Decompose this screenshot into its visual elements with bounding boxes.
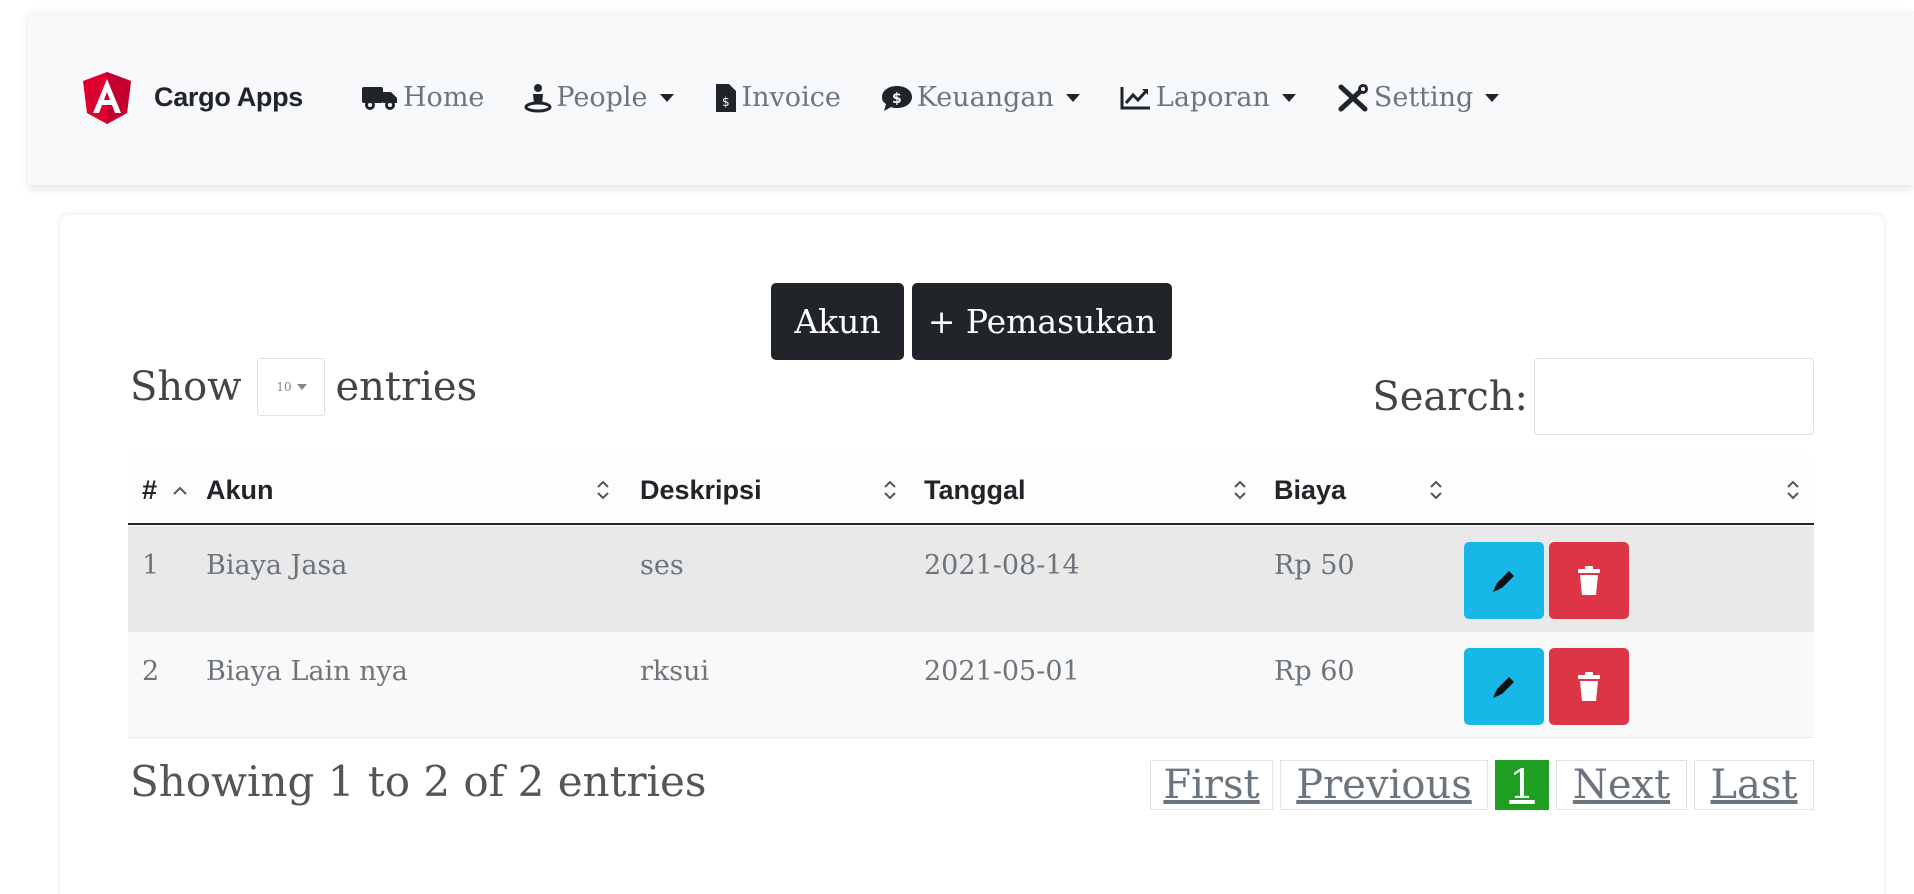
entries-per-page-value: 10 <box>276 380 292 394</box>
column-header-label: Akun <box>206 474 274 505</box>
cell-deskripsi: rksui <box>640 656 710 687</box>
edit-button[interactable] <box>1464 542 1544 619</box>
table-row: 1 Biaya Jasa ses 2021-08-14 Rp 50 <box>128 526 1814 632</box>
cell-akun: Biaya Jasa <box>206 550 348 581</box>
nav-keuangan-label: Keuangan <box>916 82 1054 113</box>
edit-button[interactable] <box>1464 648 1544 725</box>
svg-text:$: $ <box>722 95 730 109</box>
column-header-biaya[interactable]: Biaya <box>1274 455 1346 525</box>
show-label: Show <box>130 364 242 410</box>
nav-laporan[interactable]: Laporan <box>1120 82 1296 113</box>
trash-icon <box>1578 671 1600 701</box>
column-header-label: # <box>142 474 158 505</box>
sort-icon <box>884 480 896 500</box>
nav-setting[interactable]: Setting <box>1336 82 1500 113</box>
cell-tanggal: 2021-08-14 <box>924 550 1080 581</box>
cell-no: 1 <box>142 550 160 581</box>
pagination-next[interactable]: Next <box>1556 760 1687 810</box>
chevron-down-icon <box>1065 93 1080 102</box>
akun-button[interactable]: Akun <box>771 283 904 360</box>
truck-icon <box>362 86 398 110</box>
pagination-first[interactable]: First <box>1150 760 1273 810</box>
nav-setting-label: Setting <box>1373 82 1474 113</box>
table-header: # Akun Deskripsi Tanggal Biaya <box>128 455 1814 525</box>
delete-button[interactable] <box>1549 542 1629 619</box>
file-invoice-icon: $ <box>715 83 736 112</box>
nav-invoice[interactable]: $ Invoice <box>714 82 841 113</box>
column-header-no[interactable]: # <box>142 455 157 525</box>
entries-per-page-select[interactable]: 10 <box>257 358 326 416</box>
sort-icon <box>597 480 609 500</box>
brand-name: Cargo Apps <box>154 82 304 112</box>
table-info: Showing 1 to 2 of 2 entries <box>130 757 707 806</box>
column-header-akun[interactable]: Akun <box>206 455 274 525</box>
sort-icon[interactable] <box>1785 479 1801 501</box>
pagination-page-1[interactable]: 1 <box>1495 760 1549 810</box>
column-header-tanggal[interactable]: Tanggal <box>924 455 1026 525</box>
angular-logo-icon <box>83 71 131 124</box>
cell-akun: Biaya Lain nya <box>206 656 408 687</box>
pagination-last[interactable]: Last <box>1694 760 1814 810</box>
cell-deskripsi: ses <box>640 550 684 581</box>
chevron-down-icon <box>659 93 674 102</box>
person-icon <box>524 83 552 112</box>
money-icon: $ <box>881 85 912 111</box>
search-input[interactable] <box>1534 358 1814 435</box>
sort-icon <box>1430 480 1442 500</box>
brand[interactable]: Cargo Apps <box>82 71 303 125</box>
tools-icon <box>1338 83 1368 111</box>
pencil-icon <box>1493 570 1514 592</box>
nav-people[interactable]: People <box>524 82 674 113</box>
column-header-label: Biaya <box>1274 474 1347 505</box>
sort-icon <box>1234 480 1246 500</box>
chart-line-icon <box>1120 86 1150 109</box>
delete-button[interactable] <box>1549 648 1629 725</box>
pencil-icon <box>1493 676 1514 698</box>
chevron-down-icon <box>1485 93 1500 102</box>
chevron-down-icon <box>1281 93 1296 102</box>
sort-asc-icon <box>173 486 187 495</box>
nav-invoice-label: Invoice <box>741 82 841 113</box>
entries-label: entries <box>335 364 478 410</box>
table-row: 2 Biaya Lain nya rksui 2021-05-01 Rp 60 <box>128 632 1814 738</box>
search-label: Search: <box>1372 373 1528 420</box>
cell-biaya: Rp 50 <box>1274 550 1355 581</box>
trash-icon <box>1578 565 1600 595</box>
column-header-label: Tanggal <box>924 474 1026 505</box>
nav-laporan-label: Laporan <box>1155 82 1270 113</box>
length-control: Show 10 entries <box>130 357 477 417</box>
cell-tanggal: 2021-05-01 <box>924 656 1080 687</box>
nav-home-label: Home <box>403 82 485 113</box>
column-header-deskripsi[interactable]: Deskripsi <box>640 455 762 525</box>
cell-biaya: Rp 60 <box>1274 656 1355 687</box>
column-header-label: Deskripsi <box>640 474 762 505</box>
pagination-previous[interactable]: Previous <box>1280 760 1488 810</box>
nav-home[interactable]: Home <box>361 82 484 113</box>
nav-keuangan[interactable]: $ Keuangan <box>881 82 1080 113</box>
chevron-down-icon <box>296 384 307 390</box>
cell-no: 2 <box>142 656 160 687</box>
add-pemasukan-button[interactable]: + Pemasukan <box>912 283 1172 360</box>
search-control: Search: <box>1372 358 1814 435</box>
navbar: Cargo Apps Home People $ Invoice $ Keuan… <box>28 10 1914 185</box>
nav-people-label: People <box>556 82 648 113</box>
svg-text:$: $ <box>892 91 902 107</box>
